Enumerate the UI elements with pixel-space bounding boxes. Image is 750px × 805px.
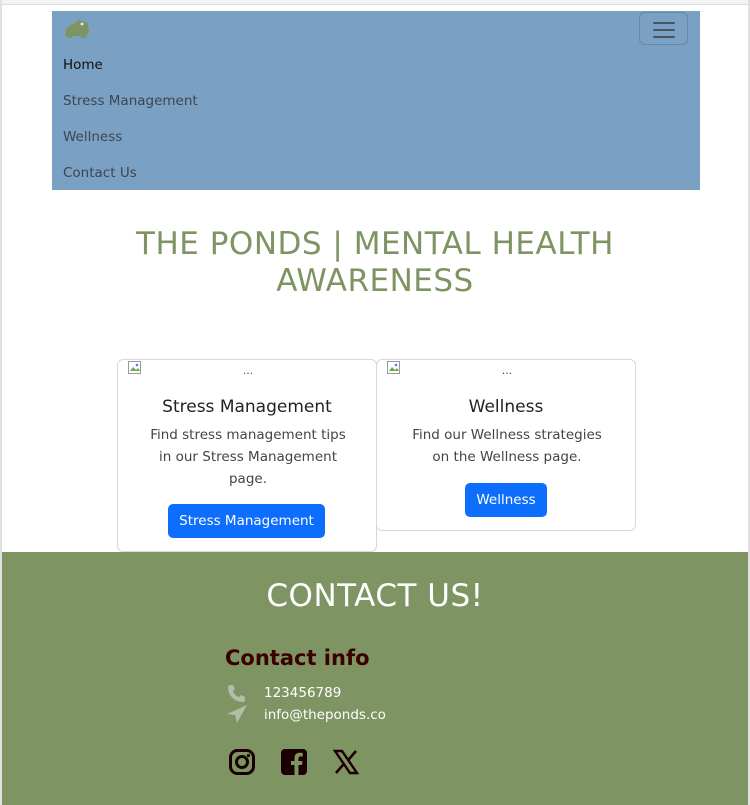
phone-icon [226, 684, 246, 706]
page-title: THE PONDS | MENTAL HEALTH AWARENESS [136, 226, 614, 299]
contact-footer: CONTACT US! Contact info 123456789 info@… [2, 552, 748, 805]
card-title: Stress Management [162, 397, 332, 417]
nav-item-wellness[interactable]: Wellness [63, 129, 122, 145]
card-image: ... [387, 360, 627, 378]
contact-heading: CONTACT US! [266, 578, 484, 614]
card-text: Find stress management tips in our Stres… [150, 427, 346, 487]
wellness-button[interactable]: Wellness [465, 483, 547, 517]
nav-item-stress-management[interactable]: Stress Management [63, 93, 198, 109]
paper-plane-icon [226, 704, 248, 728]
stress-management-card: ... Stress Management Find stress manage… [117, 359, 377, 552]
card-title: Wellness [468, 397, 544, 417]
wellness-card: ... Wellness Find our Wellness strategie… [376, 359, 636, 531]
nav-item-contact-us[interactable]: Contact Us [63, 165, 137, 181]
email-address[interactable]: info@theponds.co [264, 707, 386, 723]
stress-management-button[interactable]: Stress Management [168, 504, 325, 538]
card-image-alt-text: ... [501, 364, 513, 377]
phone-number: 123456789 [264, 685, 342, 701]
nav-item-home[interactable]: Home [63, 57, 103, 73]
facebook-icon[interactable] [280, 748, 308, 776]
contact-info-heading: Contact info [225, 646, 370, 670]
navbar-toggler-button[interactable] [639, 12, 688, 45]
window-top-edge [0, 0, 750, 5]
frog-icon[interactable] [63, 17, 91, 41]
card-text: Find our Wellness strategies on the Well… [412, 427, 602, 465]
instagram-icon[interactable] [228, 748, 256, 776]
card-image: ... [128, 360, 368, 378]
navbar: Home Stress Management Wellness Contact … [52, 11, 700, 190]
card-image-alt-text: ... [242, 364, 254, 377]
x-icon[interactable] [332, 748, 360, 776]
